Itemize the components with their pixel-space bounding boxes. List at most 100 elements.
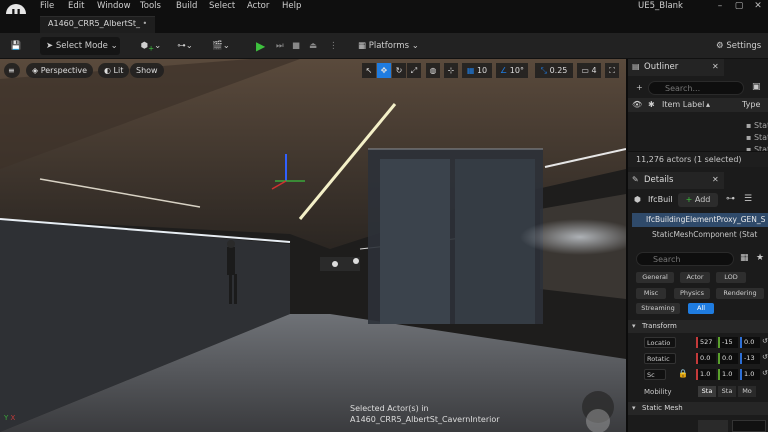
level-viewport[interactable]: ≡ ◈ Perspective ◐ Lit Show ↖ ✥ ↻ ⤢ ◍ ⊹ ▦…	[0, 59, 626, 432]
list-item-type: Static	[753, 133, 768, 142]
perspective-dropdown[interactable]: ◈ Perspective	[26, 63, 94, 78]
minimize-icon[interactable]: –	[712, 0, 728, 13]
step-icon[interactable]: ⏭	[276, 37, 288, 55]
static-mesh-label: Static Mesh	[642, 404, 683, 412]
camera-speed-button[interactable]: ▭ 4	[577, 63, 601, 78]
location-y-field[interactable]: -15	[718, 337, 738, 348]
item-label-column[interactable]: Item Label	[662, 98, 704, 112]
list-item[interactable]: ▪ Static	[746, 121, 768, 130]
viewport-scene[interactable]	[0, 59, 626, 432]
menu-actor[interactable]: Actor	[247, 1, 269, 11]
rotation-dropdown[interactable]: Rotatic	[644, 353, 676, 364]
blueprint-convert-icon[interactable]: ⊶	[726, 194, 735, 204]
star-icon[interactable]: ★	[756, 253, 764, 263]
visibility-eye-icon[interactable]: 👁	[632, 98, 642, 112]
level-tab[interactable]: A1460_CRR5_AlbertSt_ •	[40, 16, 156, 33]
more-options-icon[interactable]: ⋮	[329, 37, 338, 55]
cinematics-icon[interactable]: 🎬⌄	[208, 37, 234, 55]
location-z-field[interactable]: 0.0	[740, 337, 760, 348]
eject-icon[interactable]: ⏏	[309, 37, 321, 55]
close-outliner-icon[interactable]: ✕	[712, 62, 719, 71]
tab-details[interactable]: Details	[628, 172, 724, 189]
pin-icon[interactable]: ✱	[648, 98, 655, 112]
world-space-icon[interactable]: ◍	[426, 63, 440, 78]
platforms-dropdown[interactable]: ▦ Platforms ⌄	[356, 37, 426, 55]
table-view-icon[interactable]: ▦	[740, 253, 749, 263]
filter-general[interactable]: General	[636, 272, 674, 283]
show-dropdown[interactable]: Show	[130, 63, 164, 78]
grid-snap-button[interactable]: ▦ 10	[462, 63, 492, 78]
stop-icon[interactable]: ■	[292, 37, 304, 55]
outliner-title: Outliner	[644, 62, 679, 72]
rotation-snap-button[interactable]: ∠ 10°	[496, 63, 528, 78]
selected-item-label: IfcBuildingElementProxy_GEN_S	[646, 215, 766, 224]
static-mesh-section-header[interactable]: Static Mesh	[628, 402, 768, 415]
selected-actor-line1: Selected Actor(s) in	[350, 404, 429, 413]
transform-section-header[interactable]: Transform	[628, 320, 768, 333]
add-actor-icon[interactable]: ⬢+⌄	[140, 37, 162, 55]
add-filter-icon[interactable]: +	[636, 83, 643, 92]
location-x-field[interactable]: 527	[696, 337, 716, 348]
details-search-input[interactable]: Search	[636, 252, 734, 266]
reset-location-icon[interactable]: ↺	[762, 337, 768, 345]
component-root-item[interactable]: IfcBuildingElementProxy_GEN_S	[632, 213, 768, 227]
menu-edit[interactable]: Edit	[68, 1, 84, 11]
filter-physics[interactable]: Physics	[674, 288, 710, 299]
settings-button[interactable]: ⚙ Settings	[716, 37, 768, 55]
mobility-movable-button[interactable]: Mo	[738, 386, 756, 397]
rotation-x-field[interactable]: 0.0	[696, 353, 716, 364]
mobility-static-button[interactable]: Sta	[698, 386, 716, 397]
list-view-icon[interactable]: ☰	[744, 194, 752, 204]
list-item[interactable]: ▪ Static	[746, 133, 768, 142]
outliner-settings-icon[interactable]: ▣	[752, 82, 761, 92]
menu-window[interactable]: Window	[97, 1, 131, 11]
mobility-stationary-button[interactable]: Sta	[718, 386, 736, 397]
filter-misc[interactable]: Misc	[636, 288, 666, 299]
maximize-viewport-icon[interactable]: ⛶	[605, 63, 619, 78]
menu-build[interactable]: Build	[176, 1, 197, 11]
scale-z-field[interactable]: 1.0	[740, 369, 760, 380]
mesh-asset-dropdown[interactable]	[732, 420, 766, 432]
menu-select[interactable]: Select	[209, 1, 235, 11]
select-mode-dropdown[interactable]: ➤ Select Mode ⌄	[40, 37, 120, 55]
filter-lod[interactable]: LOD	[716, 272, 746, 283]
reset-rotation-icon[interactable]: ↺	[762, 353, 768, 361]
location-dropdown[interactable]: Locatio	[644, 337, 676, 348]
scale-y-field[interactable]: 1.0	[718, 369, 738, 380]
blueprint-icon[interactable]: ⊶⌄	[172, 37, 198, 55]
surface-snap-icon[interactable]: ⊹	[444, 63, 458, 78]
menu-file[interactable]: File	[40, 1, 54, 11]
details-icon: ✎	[632, 175, 639, 184]
lit-dropdown[interactable]: ◐ Lit	[98, 63, 130, 78]
move-tool-icon[interactable]: ✥	[377, 63, 391, 78]
menu-help[interactable]: Help	[282, 1, 301, 11]
lock-icon[interactable]: 🔒	[678, 369, 688, 378]
close-details-icon[interactable]: ✕	[712, 175, 719, 184]
filter-all[interactable]: All	[688, 303, 714, 314]
filter-actor[interactable]: Actor	[680, 272, 710, 283]
hamburger-menu-icon[interactable]: ≡	[4, 63, 20, 78]
menu-tools[interactable]: Tools	[140, 1, 161, 11]
rotate-tool-icon[interactable]: ↻	[392, 63, 406, 78]
component-child-item[interactable]: StaticMeshComponent (Stat	[642, 229, 768, 241]
scale-snap-button[interactable]: ⤡ 0.25	[535, 63, 573, 78]
scale-x-field[interactable]: 1.0	[696, 369, 716, 380]
add-component-button[interactable]: + Add	[678, 193, 718, 207]
reset-scale-icon[interactable]: ↺	[762, 369, 768, 377]
show-label: Show	[136, 66, 158, 75]
close-window-icon[interactable]: ✕	[750, 0, 766, 13]
select-tool-icon[interactable]: ↖	[362, 63, 376, 78]
scale-tool-icon[interactable]: ⤢	[407, 63, 421, 78]
filter-rendering[interactable]: Rendering	[716, 288, 764, 299]
tab-outliner[interactable]: Outliner	[628, 59, 724, 76]
play-icon[interactable]: ▶	[256, 37, 272, 55]
outliner-search-input[interactable]: Search...	[648, 81, 744, 95]
scale-dropdown[interactable]: Sc	[644, 369, 666, 380]
filter-streaming[interactable]: Streaming	[636, 303, 680, 314]
maximize-icon[interactable]: ▢	[731, 0, 747, 13]
rotation-z-field[interactable]: -13	[740, 353, 760, 364]
save-icon[interactable]: 💾	[9, 37, 23, 55]
mesh-thumbnail[interactable]	[698, 420, 728, 432]
rotation-y-field[interactable]: 0.0	[718, 353, 738, 364]
type-column[interactable]: Type	[742, 98, 760, 112]
